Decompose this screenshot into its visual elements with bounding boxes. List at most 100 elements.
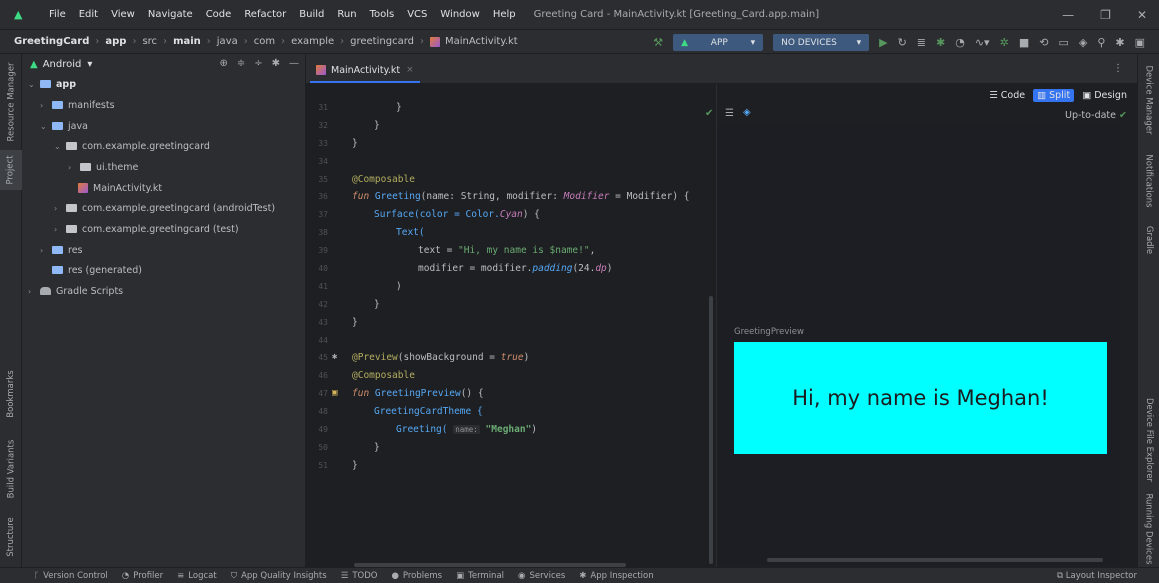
profiler-tab[interactable]: ◔ Profiler (122, 571, 163, 581)
chevron-down-icon[interactable]: ▾ (87, 59, 92, 70)
debug-icon[interactable]: ✱ (936, 36, 945, 49)
code-editor[interactable]: 31 32 33 34 35 36 37 38 39 40 41 42 43 4… (306, 84, 716, 567)
apply-changes-icon[interactable]: ↻ (898, 36, 907, 49)
breadcrumb-com[interactable]: com (254, 36, 275, 47)
preview-toolbar-icon[interactable]: ☰ (725, 108, 734, 119)
breadcrumb-java[interactable]: java (217, 36, 238, 47)
build-variants-tab[interactable]: Build Variants (0, 434, 22, 504)
run-config-dropdown[interactable]: ▲ APP ▾ (673, 34, 764, 51)
menu-code[interactable]: Code (206, 9, 232, 20)
more-options-icon[interactable]: ⋮ (1113, 63, 1123, 74)
breadcrumb-project[interactable]: GreetingCard (14, 36, 89, 47)
menu-help[interactable]: Help (493, 9, 516, 20)
chevron-right-icon[interactable]: › (40, 101, 52, 110)
tree-item-manifests[interactable]: › manifests (40, 95, 115, 115)
preview-canvas[interactable]: GreetingPreview Hi, my name is Meghan! (717, 126, 1121, 566)
sdk-manager-icon[interactable]: ◈ (1079, 36, 1087, 49)
tab-main-activity[interactable]: MainActivity.kt × (310, 59, 420, 83)
menu-window[interactable]: Window (440, 9, 479, 20)
breadcrumb-greetingcard[interactable]: greetingcard (350, 36, 414, 47)
running-devices-tab[interactable]: Running Devices (1138, 493, 1159, 564)
view-mode-code[interactable]: ☰ Code (985, 89, 1029, 102)
app-inspection-tab[interactable]: ✱ App Inspection (579, 571, 653, 581)
profile-icon[interactable]: ◔ (955, 36, 965, 49)
layout-inspector-tab[interactable]: ⧉ Layout Inspector (1057, 571, 1137, 581)
bookmarks-tab[interactable]: Bookmarks (0, 364, 22, 424)
panel-settings-gear-icon[interactable]: ✱ (272, 58, 280, 69)
close-tab-icon[interactable]: × (406, 65, 414, 75)
chevron-right-icon[interactable]: › (54, 225, 66, 234)
chevron-right-icon[interactable]: › (40, 246, 52, 255)
breadcrumb-file[interactable]: MainActivity.kt (445, 36, 518, 47)
todo-tab[interactable]: ☰ TODO (341, 571, 378, 581)
breadcrumb-app[interactable]: app (105, 36, 126, 47)
more-run-icon[interactable]: ∿▾ (975, 36, 990, 49)
hammer-build-icon[interactable]: ⚒ (653, 36, 663, 49)
tree-item-package-main[interactable]: ⌄ com.example.greetingcard (54, 136, 210, 156)
account-icon[interactable]: ▣ (1135, 36, 1145, 49)
gradle-tab[interactable]: Gradle (1138, 220, 1159, 260)
app-quality-insights-tab[interactable]: ⛉ App Quality Insights (231, 571, 327, 581)
hide-panel-icon[interactable]: — (289, 58, 299, 69)
menu-file[interactable]: File (49, 9, 66, 20)
breadcrumb-src[interactable]: src (142, 36, 157, 47)
resource-manager-tab[interactable]: Resource Manager (0, 62, 22, 142)
tree-item-package-android-test[interactable]: › com.example.greetingcard (androidTest) (54, 198, 275, 218)
breadcrumb-example[interactable]: example (291, 36, 334, 47)
tree-item-main-activity[interactable]: MainActivity.kt (78, 178, 162, 198)
restore-icon[interactable]: ❐ (1100, 8, 1111, 22)
menu-build[interactable]: Build (299, 9, 324, 20)
locate-file-icon[interactable]: ⊕ (219, 58, 227, 69)
close-icon[interactable]: ✕ (1137, 8, 1147, 22)
layers-icon[interactable]: ◈ (743, 107, 751, 118)
chevron-down-icon[interactable]: ⌄ (28, 80, 40, 89)
logcat-tab[interactable]: ≡ Logcat (177, 571, 217, 581)
chevron-down-icon[interactable]: ⌄ (40, 122, 52, 131)
version-control-tab[interactable]: ᚴ Version Control (34, 571, 108, 581)
notifications-tab[interactable]: Notifications (1138, 146, 1159, 216)
settings-gear-icon[interactable]: ✱ (1115, 36, 1124, 49)
apply-code-changes-icon[interactable]: ≣ (917, 36, 926, 49)
project-tab[interactable]: Project (0, 150, 22, 190)
run-icon[interactable]: ▶ (879, 36, 887, 49)
search-icon[interactable]: ⚲ (1097, 36, 1105, 49)
menu-navigate[interactable]: Navigate (148, 9, 193, 20)
chevron-right-icon[interactable]: › (54, 204, 66, 213)
device-dropdown[interactable]: NO DEVICES ▾ (773, 34, 870, 51)
services-tab[interactable]: ◉ Services (518, 571, 565, 581)
menu-refactor[interactable]: Refactor (244, 9, 286, 20)
problems-tab[interactable]: ● Problems (391, 571, 442, 581)
tree-item-gradle-scripts[interactable]: › Gradle Scripts (28, 281, 123, 301)
project-view-mode[interactable]: Android (43, 59, 82, 70)
chevron-down-icon[interactable]: ⌄ (54, 142, 66, 151)
view-mode-design[interactable]: ▣ Design (1078, 89, 1131, 102)
minimize-icon[interactable]: — (1062, 8, 1074, 22)
tree-item-app[interactable]: ⌄ app (28, 74, 76, 94)
chevron-right-icon[interactable]: › (68, 163, 80, 172)
greeting-preview-render[interactable]: Hi, my name is Meghan! (734, 342, 1107, 454)
chevron-right-icon[interactable]: › (28, 287, 40, 296)
tree-item-java[interactable]: ⌄ java (40, 116, 88, 136)
structure-tab[interactable]: Structure (0, 512, 22, 562)
vertical-scrollbar[interactable] (709, 296, 713, 564)
menu-view[interactable]: View (111, 9, 135, 20)
device-manager-icon[interactable]: ▭ (1058, 36, 1068, 49)
menu-edit[interactable]: Edit (79, 9, 98, 20)
terminal-tab[interactable]: ▣ Terminal (456, 571, 504, 581)
stop-icon[interactable]: ■ (1019, 36, 1029, 49)
breadcrumb-main[interactable]: main (173, 36, 201, 47)
attach-debugger-icon[interactable]: ✲ (1000, 36, 1009, 49)
horizontal-scrollbar[interactable] (767, 558, 1103, 562)
tree-item-ui-theme[interactable]: › ui.theme (68, 157, 138, 177)
expand-all-icon[interactable]: ≑ (237, 58, 245, 69)
menu-run[interactable]: Run (337, 9, 356, 20)
device-manager-tab[interactable]: Device Manager (1138, 60, 1159, 140)
device-file-explorer-tab[interactable]: Device File Explorer (1138, 390, 1159, 490)
view-mode-split[interactable]: ▥ Split (1033, 89, 1075, 102)
tree-item-res[interactable]: › res (40, 240, 83, 260)
preview-gear-gutter-icon[interactable]: ✱ (332, 352, 337, 362)
tree-item-package-test[interactable]: › com.example.greetingcard (test) (54, 219, 239, 239)
tree-item-res-generated[interactable]: res (generated) (52, 260, 142, 280)
sync-gradle-icon[interactable]: ⟲ (1039, 36, 1048, 49)
menu-vcs[interactable]: VCS (407, 9, 427, 20)
